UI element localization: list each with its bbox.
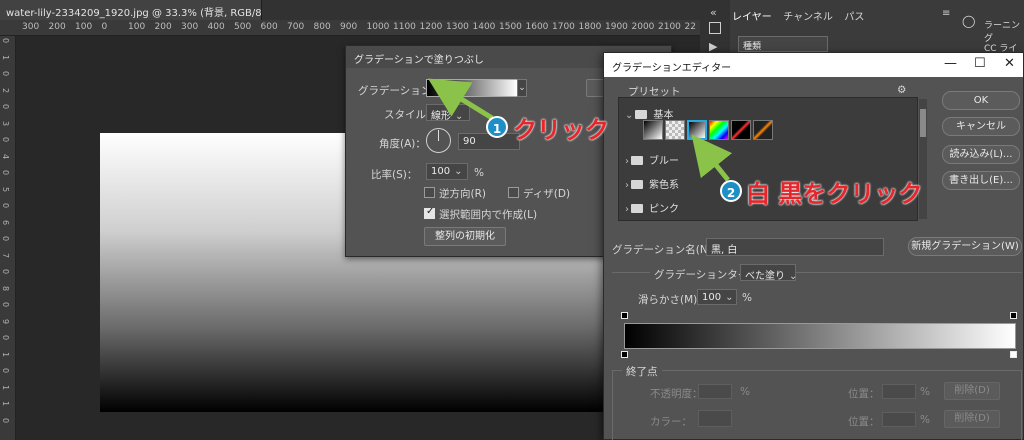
step-2-callout: 白 黒をクリック bbox=[746, 180, 923, 208]
step-1-badge: 1 bbox=[486, 116, 508, 138]
arrow-step1 bbox=[427, 78, 494, 121]
arrow-step2 bbox=[691, 134, 733, 182]
annotation-arrows bbox=[427, 78, 733, 182]
step-2-badge: 2 bbox=[720, 180, 742, 202]
step-1-callout: クリック bbox=[513, 116, 609, 144]
